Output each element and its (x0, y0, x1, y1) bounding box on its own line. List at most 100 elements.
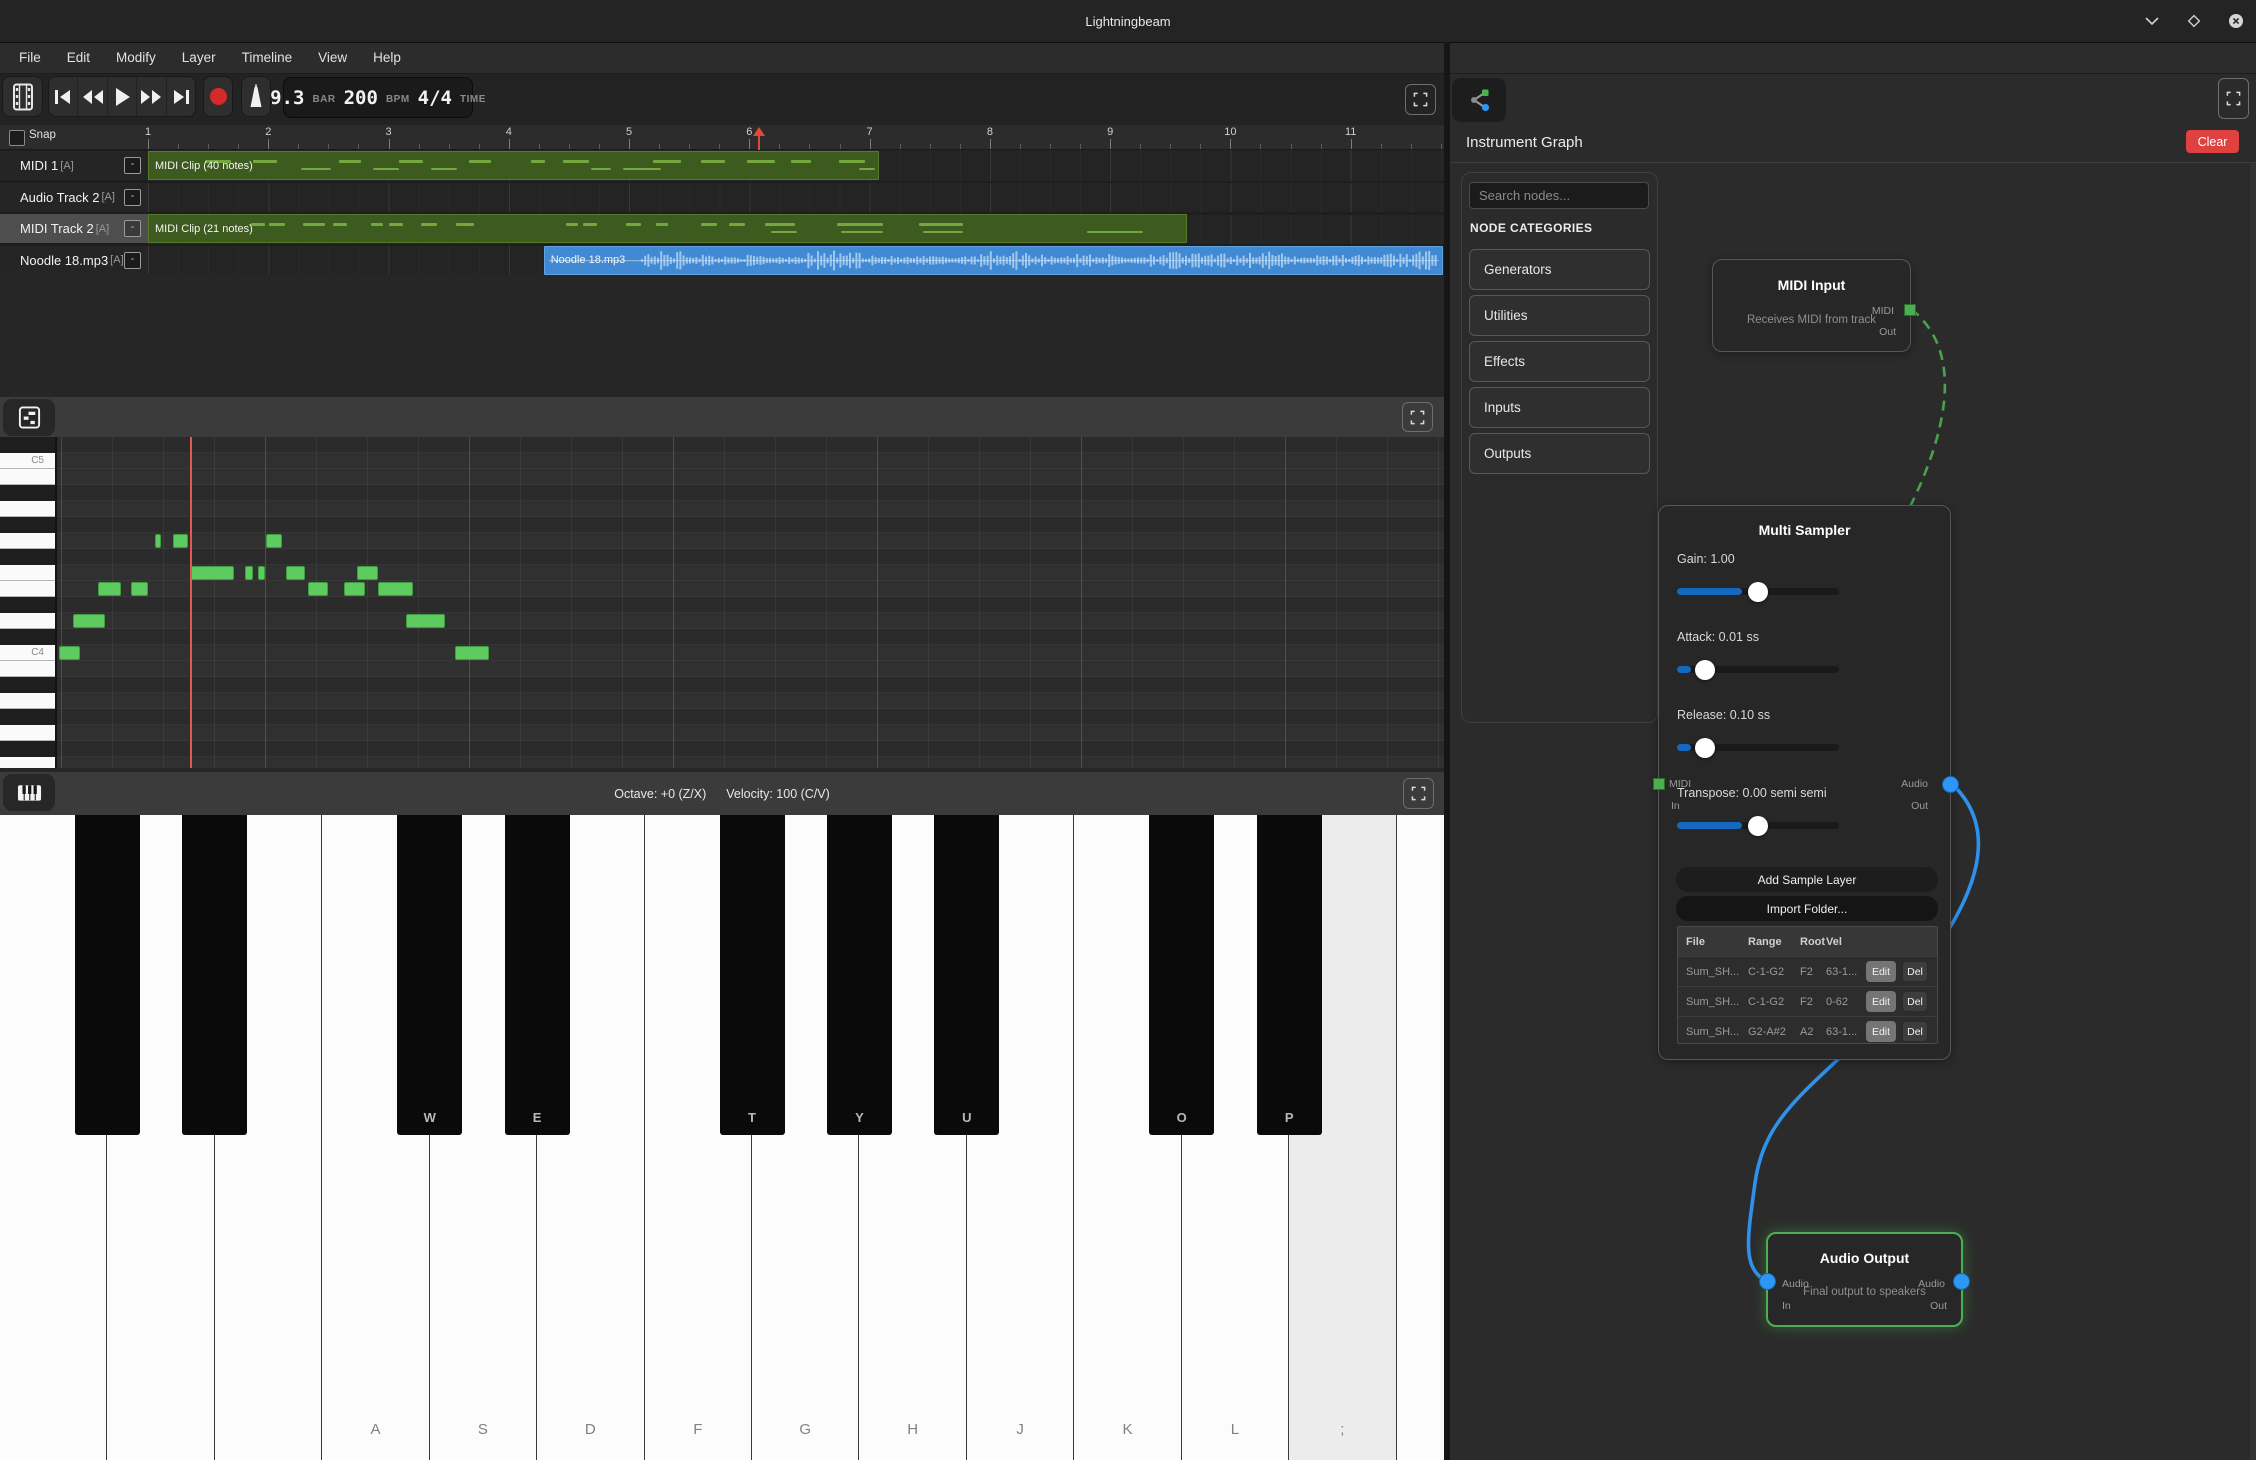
timeline-ruler[interactable]: Snap 1234567891011 (0, 125, 1444, 150)
menu-edit[interactable]: Edit (54, 43, 103, 73)
track-header-noodle-18-mp3[interactable]: Noodle 18.mp3[A]- (0, 246, 148, 275)
category-inputs[interactable]: Inputs (1469, 387, 1650, 428)
param-slider[interactable] (1677, 744, 1839, 751)
node-graph-view-button[interactable] (1452, 78, 1506, 122)
fast-forward-button[interactable] (137, 77, 166, 116)
node-audio-output[interactable]: Audio Output Final output to speakers Au… (1766, 1232, 1963, 1327)
piano-roll-playhead[interactable] (190, 437, 192, 768)
midi-in-port[interactable] (1653, 778, 1665, 790)
delete-sample-button[interactable]: Del (1902, 1021, 1928, 1042)
record-button[interactable] (203, 76, 233, 117)
piano-roll-toggle-button[interactable] (3, 399, 55, 436)
piano-roll-key-cs4[interactable] (0, 629, 55, 645)
film-timeline-button[interactable] (2, 76, 43, 117)
midi-clip[interactable]: MIDI Clip (21 notes) (148, 214, 1187, 243)
track-mute-checkbox[interactable]: - (124, 189, 141, 206)
midi-note[interactable] (245, 566, 253, 580)
midi-note[interactable] (286, 566, 305, 580)
midi-note[interactable] (155, 534, 161, 548)
black-key-7[interactable]: Y (827, 815, 892, 1135)
midi-note[interactable] (266, 534, 282, 548)
black-key-8[interactable]: U (934, 815, 999, 1135)
midi-note[interactable] (455, 646, 489, 660)
midi-note[interactable] (191, 566, 234, 580)
piano-roll-key-b3[interactable] (0, 661, 55, 677)
node-multi-sampler[interactable]: Multi Sampler Gain: 1.00Attack: 0.01 ssR… (1658, 505, 1951, 1060)
maximize-icon[interactable] (2184, 11, 2204, 31)
piano-roll-editor[interactable]: C5 C4 (0, 437, 1444, 768)
piano-roll-key-a3[interactable] (0, 693, 55, 709)
track-header-midi-track-2[interactable]: MIDI Track 2[A]- (0, 214, 148, 243)
black-key-0[interactable] (75, 815, 140, 1135)
slider-knob[interactable] (1748, 816, 1768, 836)
skip-end-button[interactable] (167, 77, 195, 116)
piano-roll-key-cs5[interactable] (0, 437, 55, 453)
rewind-button[interactable] (78, 77, 107, 116)
category-effects[interactable]: Effects (1469, 341, 1650, 382)
menu-view[interactable]: View (305, 43, 360, 73)
track-mute-checkbox[interactable]: - (124, 157, 141, 174)
minimize-icon[interactable] (2142, 11, 2162, 31)
piano-roll-key-a4[interactable] (0, 501, 55, 517)
midi-note[interactable] (344, 582, 365, 596)
graph-scrollbar[interactable] (2250, 163, 2256, 1460)
piano-roll-key-b4[interactable] (0, 469, 55, 485)
menu-layer[interactable]: Layer (169, 43, 229, 73)
audio-clip[interactable]: Noodle 18.mp3 (544, 246, 1444, 275)
piano-roll-key-f4[interactable] (0, 565, 55, 581)
midi-note[interactable] (173, 534, 188, 548)
black-key-6[interactable]: T (720, 815, 785, 1135)
piano-roll-key-fs4[interactable] (0, 549, 55, 565)
piano-roll-grid[interactable] (57, 437, 1444, 768)
category-outputs[interactable]: Outputs (1469, 433, 1650, 474)
slider-knob[interactable] (1695, 660, 1715, 680)
graph-fullscreen-button[interactable] (2218, 78, 2249, 119)
black-key-4[interactable]: E (505, 815, 570, 1135)
piano-roll-key-fs3[interactable] (0, 741, 55, 757)
piano-roll-key-as3[interactable] (0, 677, 55, 693)
menu-timeline[interactable]: Timeline (229, 43, 306, 73)
track-header-audio-track-2[interactable]: Audio Track 2[A]- (0, 183, 148, 212)
black-key-1[interactable] (182, 815, 247, 1135)
midi-out-port[interactable] (1904, 304, 1916, 316)
node-midi-input[interactable]: MIDI Input Receives MIDI from track MIDI… (1712, 259, 1911, 352)
search-input[interactable] (1469, 182, 1649, 209)
graph-canvas[interactable]: NODE CATEGORIES GeneratorsUtilitiesEffec… (1450, 163, 2256, 1460)
menu-help[interactable]: Help (360, 43, 414, 73)
piano-roll-key-c5[interactable]: C5 (0, 453, 55, 469)
timeline-fullscreen-button[interactable] (1405, 84, 1436, 115)
piano-roll-key-c4[interactable]: C4 (0, 645, 55, 661)
category-generators[interactable]: Generators (1469, 249, 1650, 290)
slider-knob[interactable] (1695, 738, 1715, 758)
piano-roll-key-d4[interactable] (0, 613, 55, 629)
audio-out-port[interactable] (1953, 1273, 1970, 1290)
white-key-13[interactable] (1397, 815, 1444, 1460)
close-icon[interactable] (2226, 11, 2246, 31)
delete-sample-button[interactable]: Del (1902, 961, 1928, 982)
slider-knob[interactable] (1748, 582, 1768, 602)
piano-roll-fullscreen-button[interactable] (1402, 402, 1433, 432)
audio-out-port[interactable] (1942, 776, 1959, 793)
edit-sample-button[interactable]: Edit (1866, 961, 1896, 982)
piano-roll-key-e4[interactable] (0, 581, 55, 597)
midi-clip[interactable]: MIDI Clip (40 notes) (148, 151, 879, 180)
play-button[interactable] (108, 77, 137, 116)
piano-roll-key-gs3[interactable] (0, 709, 55, 725)
audio-in-port[interactable] (1759, 1273, 1776, 1290)
piano-roll-key-f3[interactable] (0, 757, 55, 768)
midi-note[interactable] (308, 582, 328, 596)
edit-sample-button[interactable]: Edit (1866, 1021, 1896, 1042)
piano-roll-key-as4[interactable] (0, 485, 55, 501)
midi-note[interactable] (378, 582, 413, 596)
keyboard-fullscreen-button[interactable] (1403, 778, 1434, 809)
edit-sample-button[interactable]: Edit (1866, 991, 1896, 1012)
metronome-button[interactable] (241, 76, 271, 117)
midi-note[interactable] (59, 646, 80, 660)
piano-roll-key-ds4[interactable] (0, 597, 55, 613)
clear-graph-button[interactable]: Clear (2186, 130, 2239, 153)
import-folder-button[interactable]: Import Folder... (1676, 896, 1938, 921)
midi-note[interactable] (73, 614, 105, 628)
midi-note[interactable] (131, 582, 148, 596)
track-mute-checkbox[interactable]: - (124, 220, 141, 237)
menu-modify[interactable]: Modify (103, 43, 169, 73)
